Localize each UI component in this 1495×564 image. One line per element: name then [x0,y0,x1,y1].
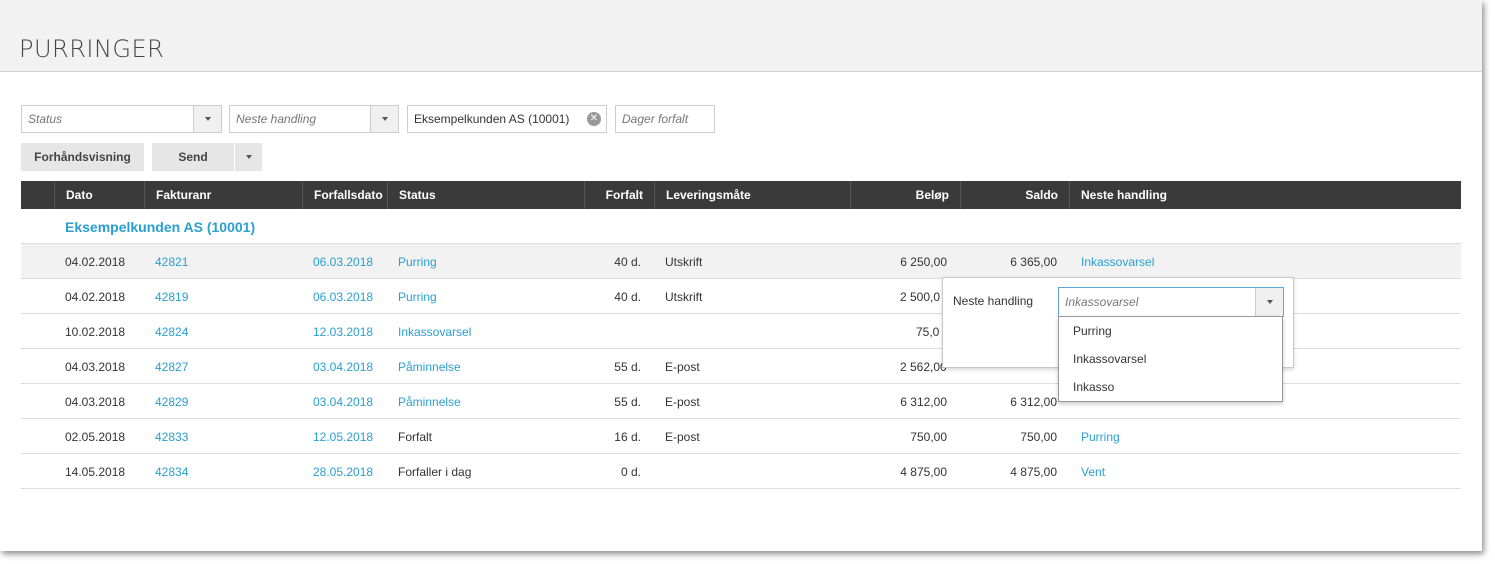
cell-saldo: 750,00 [1020,430,1057,444]
send-button[interactable]: Send [152,143,234,171]
page-title: PURRINGER [19,35,165,63]
column-header-forfalt[interactable]: Forfalt [584,181,654,209]
cell-status[interactable]: Inkassovarsel [398,325,471,339]
neste-handling-dropdown: Purring Inkassovarsel Inkasso [1058,316,1283,402]
cell-fakturanr[interactable]: 42833 [155,430,188,444]
cell-leveringsmate: E-post [665,360,700,374]
cell-status: Forfaller i dag [398,465,472,479]
cell-forfallsdato[interactable]: 28.05.2018 [313,465,373,479]
chevron-down-icon [205,117,211,121]
neste-handling-select-toggle[interactable] [1255,288,1283,316]
cell-belop: 750,00 [910,430,947,444]
chevron-down-icon [246,155,252,159]
cell-status: Forfalt [398,430,433,444]
table-row[interactable]: 14.05.2018 42834 28.05.2018 Forfaller i … [21,454,1461,489]
column-header-forfallsdato[interactable]: Forfallsdato [302,181,387,209]
table-row[interactable]: 04.02.2018 42821 06.03.2018 Purring 40 d… [21,244,1461,279]
cell-status[interactable]: Påminnelse [398,360,461,374]
customer-group-row: Eksempelkunden AS (10001) [21,209,1461,244]
column-header-dato[interactable]: Dato [54,181,144,209]
cell-dato: 04.02.2018 [65,290,126,304]
cell-dato: 14.05.2018 [65,465,126,479]
cell-status[interactable]: Påminnelse [398,395,461,409]
cell-belop: 2 562,00 [900,360,947,374]
neste-handling-filter-toggle[interactable] [370,106,398,132]
cell-belop: 4 875,00 [900,465,947,479]
dager-forfalt-input[interactable]: Dager forfalt [615,105,715,133]
customer-filter-value: Eksempelkunden AS (10001) [414,112,570,126]
status-filter-toggle[interactable] [193,106,221,132]
cell-forfalt: 40 d. [614,255,641,269]
cell-saldo: 6 312,00 [1010,395,1057,409]
cell-forfallsdato[interactable]: 06.03.2018 [313,255,373,269]
dropdown-option-inkasso[interactable]: Inkasso [1073,380,1114,394]
table-header: Dato Fakturanr Forfallsdato Status Forfa… [21,181,1461,209]
neste-handling-popup-label: Neste handling [953,294,1034,308]
cell-forfallsdato[interactable]: 06.03.2018 [313,290,373,304]
cell-fakturanr[interactable]: 42821 [155,255,188,269]
cell-belop: 6 250,00 [900,255,947,269]
cell-forfallsdato[interactable]: 03.04.2018 [313,360,373,374]
status-filter-placeholder: Status [28,112,63,126]
cell-fakturanr[interactable]: 42824 [155,325,188,339]
cell-leveringsmate: Utskrift [665,255,703,269]
cell-dato: 02.05.2018 [65,430,126,444]
cell-status[interactable]: Purring [398,290,437,304]
column-header-fakturanr[interactable]: Fakturanr [144,181,302,209]
dropdown-option-inkassovarsel[interactable]: Inkassovarsel [1073,352,1146,366]
page-header: PURRINGER [0,0,1482,72]
cell-dato: 10.02.2018 [65,325,126,339]
column-header-saldo[interactable]: Saldo [960,181,1069,209]
neste-handling-select-placeholder: Inkassovarsel [1065,295,1139,309]
neste-handling-filter[interactable]: Neste handling [229,105,399,133]
table-row[interactable]: 02.05.2018 42833 12.05.2018 Forfalt 16 d… [21,419,1461,454]
customer-group-title[interactable]: Eksempelkunden AS (10001) [65,219,255,235]
cell-forfalt: 55 d. [614,360,641,374]
cell-neste-handling[interactable]: Purring [1081,430,1120,444]
dropdown-option-purring[interactable]: Purring [1073,324,1112,338]
neste-handling-filter-placeholder: Neste handling [236,112,317,126]
cell-belop: 75,0 [916,325,940,339]
cell-forfallsdato[interactable]: 12.05.2018 [313,430,373,444]
cell-belop: 2 500,0 [900,290,941,304]
cell-fakturanr[interactable]: 42827 [155,360,188,374]
cell-belop: 6 312,00 [900,395,947,409]
customer-filter[interactable]: Eksempelkunden AS (10001) ✕ [407,105,607,133]
preview-button[interactable]: Forhåndsvisning [21,143,144,171]
status-filter[interactable]: Status [21,105,222,133]
column-header-leveringsmate[interactable]: Leveringsmåte [654,181,850,209]
cell-status[interactable]: Purring [398,255,437,269]
dager-forfalt-placeholder: Dager forfalt [622,112,689,126]
column-header-status[interactable]: Status [387,181,584,209]
send-options-button[interactable] [234,143,262,171]
cell-leveringsmate: E-post [665,430,700,444]
column-header-neste-handling[interactable]: Neste handling [1069,181,1461,209]
cell-forfalt: 55 d. [614,395,641,409]
app-window: PURRINGER Status Neste handling Eksempel… [0,0,1482,551]
cell-dato: 04.02.2018 [65,255,126,269]
cell-dato: 04.03.2018 [65,360,126,374]
cell-leveringsmate: Utskrift [665,290,703,304]
cell-fakturanr[interactable]: 42834 [155,465,188,479]
chevron-down-icon [1267,300,1273,304]
cell-fakturanr[interactable]: 42829 [155,395,188,409]
cell-dato: 04.03.2018 [65,395,126,409]
cell-saldo: 4 875,00 [1010,465,1057,479]
cell-fakturanr[interactable]: 42819 [155,290,188,304]
chevron-down-icon [382,117,388,121]
cell-forfalt: 40 d. [614,290,641,304]
cell-neste-handling[interactable]: Vent [1081,465,1105,479]
column-header-belop[interactable]: Beløp [850,181,960,209]
cell-saldo: 6 365,00 [1010,255,1057,269]
neste-handling-select[interactable]: Inkassovarsel [1058,287,1284,317]
cell-leveringsmate: E-post [665,395,700,409]
column-header-select [21,181,54,209]
cell-forfalt: 16 d. [614,430,641,444]
cell-forfallsdato[interactable]: 03.04.2018 [313,395,373,409]
cell-forfalt: 0 d. [620,465,641,479]
cell-neste-handling[interactable]: Inkassovarsel [1081,255,1154,269]
clear-icon[interactable]: ✕ [587,112,601,126]
cell-forfallsdato[interactable]: 12.03.2018 [313,325,373,339]
